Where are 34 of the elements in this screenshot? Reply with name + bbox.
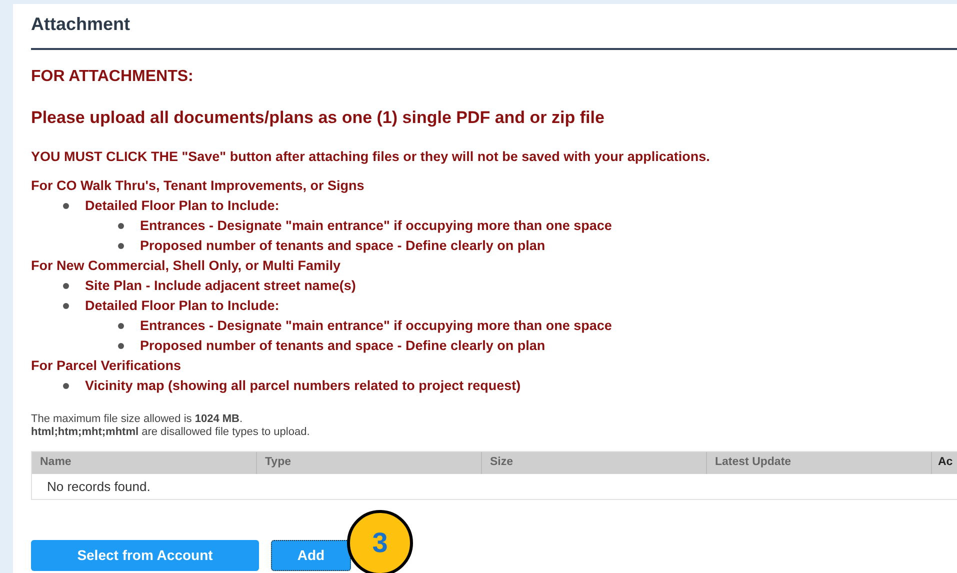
requirement-item: Proposed number of tenants and space - Define clearly on plan (140, 336, 546, 355)
bullet-icon (63, 302, 69, 309)
requirement-item: Entrances - Designate "main entrance" if occupying more than one space (140, 216, 612, 235)
bullet-icon (118, 342, 124, 349)
column-header: Latest Update (707, 452, 932, 474)
section-title: Attachment (31, 4, 957, 50)
empty-message: No records found. (46, 478, 152, 496)
bullet-icon (63, 282, 69, 289)
step-badge: 3 (347, 510, 413, 573)
column-header: Name (32, 452, 257, 474)
column-header: Ac (937, 455, 954, 470)
column-header: Type (257, 452, 482, 474)
requirement-item: Detailed Floor Plan to Include: (85, 196, 280, 215)
requirement-item: Vicinity map (showing all parcel numbers related to project request) (85, 376, 521, 395)
bullet-icon (118, 242, 124, 249)
category-heading: For New Commercial, Shell Only, or Multi Family (31, 256, 341, 275)
upload-note: html;htm;mht;mhtml are disallowed file types to upload. (31, 426, 311, 439)
bullet-icon (118, 222, 124, 229)
bullet-icon (63, 382, 69, 389)
requirement-item: Proposed number of tenants and space - Define clearly on plan (140, 236, 546, 255)
category-heading: For CO Walk Thru's, Tenant Improvements, or Signs (31, 176, 364, 195)
select-from-account-button[interactable]: Select from Account (31, 540, 259, 571)
heading: FOR ATTACHMENTS: (31, 67, 194, 87)
warning-text: YOU MUST CLICK THE "Save" button after attaching files or they will not be saved with your applications. (31, 148, 711, 166)
upload-note: The maximum file size allowed is 1024 MB. (31, 412, 244, 426)
column-header: Size (482, 452, 707, 474)
instruction-text: Please upload all documents/plans as one (1) single PDF and or zip file (31, 107, 606, 129)
bullet-icon (63, 202, 69, 209)
category-heading: For Parcel Verifications (31, 356, 182, 375)
requirement-item: Site Plan - Include adjacent street name(s) (85, 276, 356, 295)
bullet-icon (118, 322, 124, 329)
add-button[interactable]: Add (271, 540, 351, 571)
requirement-item: Entrances - Designate "main entrance" if occupying more than one space (140, 316, 612, 335)
requirement-item: Detailed Floor Plan to Include: (85, 296, 280, 315)
